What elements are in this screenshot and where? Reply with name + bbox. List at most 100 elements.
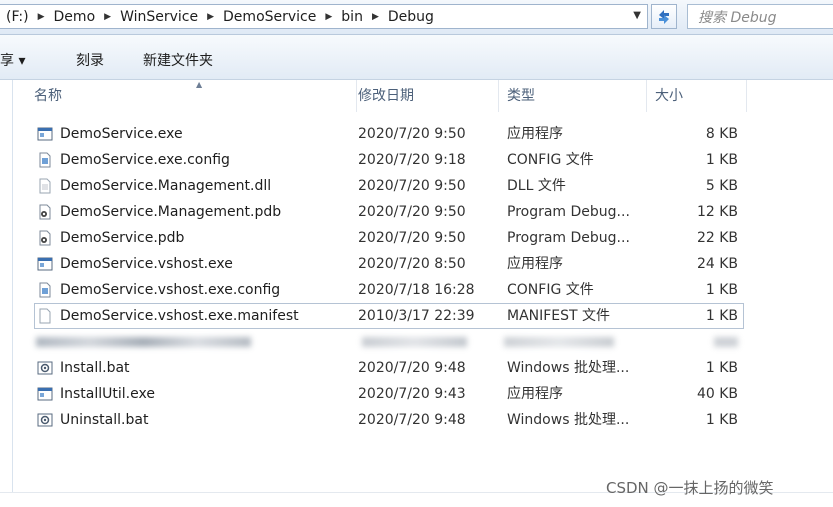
search-input[interactable]: 搜索 Debug — [687, 4, 833, 29]
file-size: 24 KB — [696, 256, 738, 272]
file-size: 12 KB — [696, 204, 738, 220]
exe-icon — [37, 387, 53, 401]
breadcrumb: (F:) ▶ Demo ▶ WinService ▶ DemoService ▶… — [0, 9, 437, 25]
file-size: 1 KB — [705, 152, 738, 168]
file-type: Windows 批处理... — [507, 360, 630, 376]
exe-icon — [37, 257, 53, 271]
file-type: CONFIG 文件 — [507, 282, 594, 298]
chevron-right-icon[interactable]: ▶ — [32, 12, 51, 22]
file-row[interactable]: Uninstall.bat 2020/7/20 9:48 Windows 批处理… — [34, 407, 744, 433]
file-name: DemoService.vshost.exe.config — [60, 282, 281, 298]
chevron-right-icon[interactable]: ▶ — [366, 12, 385, 22]
exe-icon — [37, 127, 53, 141]
file-row[interactable]: Install.bat 2020/7/20 9:48 Windows 批处理..… — [34, 355, 744, 381]
share-button[interactable]: 共享 ▾ — [0, 50, 25, 70]
file-name: Uninstall.bat — [60, 412, 149, 428]
file-size: 1 KB — [705, 412, 738, 428]
column-header-size-label: 大小 — [655, 88, 683, 104]
pdb-file-icon — [39, 204, 51, 220]
file-row[interactable]: DemoService.exe.config 2020/7/20 9:18 CO… — [34, 147, 744, 173]
file-size: 5 KB — [705, 178, 738, 194]
column-header-date[interactable]: 修改日期 — [350, 80, 499, 112]
navigation-pane-edge — [0, 80, 13, 492]
file-size: 1 KB — [705, 360, 738, 376]
file-name: DemoService.exe.config — [60, 152, 230, 168]
file-type: 应用程序 — [507, 386, 563, 402]
bat-file-icon — [37, 413, 53, 427]
file-name: DemoService.pdb — [60, 230, 185, 246]
file-date: 2020/7/20 9:18 — [358, 152, 466, 168]
bat-file-icon — [37, 361, 53, 375]
file-row-redacted[interactable] — [34, 329, 744, 355]
breadcrumb-winservice[interactable]: WinService — [117, 9, 201, 25]
blank-file-icon — [39, 308, 51, 324]
file-type: 应用程序 — [507, 256, 563, 272]
search-placeholder: 搜索 Debug — [698, 9, 777, 26]
file-row[interactable]: DemoService.exe 2020/7/20 9:50 应用程序 8 KB — [34, 121, 744, 147]
redacted-date-blur — [362, 337, 467, 347]
file-row[interactable]: DemoService.Management.pdb 2020/7/20 9:5… — [34, 199, 744, 225]
file-date: 2020/7/20 9:50 — [358, 178, 466, 194]
file-type: Windows 批处理... — [507, 412, 630, 428]
redacted-size-blur — [714, 337, 738, 347]
file-date: 2020/7/20 9:48 — [358, 360, 466, 376]
file-row[interactable]: DemoService.vshost.exe.config 2020/7/18 … — [34, 277, 744, 303]
file-size: 22 KB — [696, 230, 738, 246]
refresh-button[interactable] — [651, 4, 677, 29]
address-bar-area: (F:) ▶ Demo ▶ WinService ▶ DemoService ▶… — [0, 0, 833, 35]
column-header-name-label: 名称 — [34, 88, 62, 104]
file-type: 应用程序 — [507, 126, 563, 142]
file-date: 2020/7/20 9:48 — [358, 412, 466, 428]
chevron-right-icon[interactable]: ▶ — [98, 12, 117, 22]
file-name: DemoService.exe — [60, 126, 183, 142]
address-dropdown-icon[interactable]: ▼ — [633, 10, 641, 21]
column-header-type-label: 类型 — [507, 88, 535, 104]
file-type: MANIFEST 文件 — [507, 308, 611, 324]
breadcrumb-bin[interactable]: bin — [338, 9, 366, 25]
watermark: CSDN @一抹上扬的微笑 — [606, 479, 774, 497]
pdb-file-icon — [39, 230, 51, 246]
new-folder-button[interactable]: 新建文件夹 — [143, 50, 213, 70]
burn-button[interactable]: 刻录 — [76, 50, 104, 70]
refresh-icon — [659, 10, 669, 24]
address-bar[interactable]: (F:) ▶ Demo ▶ WinService ▶ DemoService ▶… — [0, 4, 648, 29]
redacted-type-blur — [504, 337, 614, 347]
file-type: DLL 文件 — [507, 178, 566, 194]
file-date: 2020/7/20 9:50 — [358, 230, 466, 246]
command-bar: 共享 ▾ 刻录 新建文件夹 — [0, 35, 833, 80]
file-size: 40 KB — [696, 386, 738, 402]
file-row[interactable]: DemoService.pdb 2020/7/20 9:50 Program D… — [34, 225, 744, 251]
breadcrumb-demoservice[interactable]: DemoService — [220, 9, 319, 25]
file-list: DemoService.exe 2020/7/20 9:50 应用程序 8 KB… — [34, 121, 744, 433]
column-header-row: ▲ 名称 修改日期 类型 大小 — [13, 80, 833, 112]
file-row-selected[interactable]: DemoService.vshost.exe.manifest 2010/3/1… — [34, 303, 744, 329]
file-size: 1 KB — [705, 282, 738, 298]
config-file-icon — [39, 152, 51, 168]
file-name: DemoService.Management.dll — [60, 178, 272, 194]
redacted-row-blur — [36, 337, 251, 347]
file-size: 8 KB — [705, 126, 738, 142]
file-type: Program Debug... — [507, 230, 630, 246]
breadcrumb-debug[interactable]: Debug — [385, 9, 437, 25]
column-header-date-label: 修改日期 — [358, 88, 414, 104]
file-date: 2020/7/20 9:50 — [358, 204, 466, 220]
column-header-size[interactable]: 大小 — [647, 80, 747, 112]
file-row[interactable]: DemoService.vshost.exe 2020/7/20 8:50 应用… — [34, 251, 744, 277]
file-size: 1 KB — [705, 308, 738, 324]
file-date: 2020/7/18 16:28 — [358, 282, 475, 298]
file-name: Install.bat — [60, 360, 130, 376]
file-name: DemoService.vshost.exe.manifest — [60, 308, 299, 324]
chevron-right-icon[interactable]: ▶ — [201, 12, 220, 22]
file-date: 2020/7/20 8:50 — [358, 256, 466, 272]
column-header-type[interactable]: 类型 — [499, 80, 647, 112]
file-row[interactable]: InstallUtil.exe 2020/7/20 9:43 应用程序 40 K… — [34, 381, 744, 407]
file-name: DemoService.vshost.exe — [60, 256, 233, 272]
file-row[interactable]: DemoService.Management.dll 2020/7/20 9:5… — [34, 173, 744, 199]
chevron-right-icon[interactable]: ▶ — [319, 12, 338, 22]
file-date: 2020/7/20 9:43 — [358, 386, 466, 402]
breadcrumb-drive[interactable]: (F:) — [0, 9, 32, 25]
file-date: 2020/7/20 9:50 — [358, 126, 466, 142]
column-header-name[interactable]: 名称 — [26, 80, 357, 112]
breadcrumb-demo[interactable]: Demo — [51, 9, 99, 25]
file-type: CONFIG 文件 — [507, 152, 594, 168]
